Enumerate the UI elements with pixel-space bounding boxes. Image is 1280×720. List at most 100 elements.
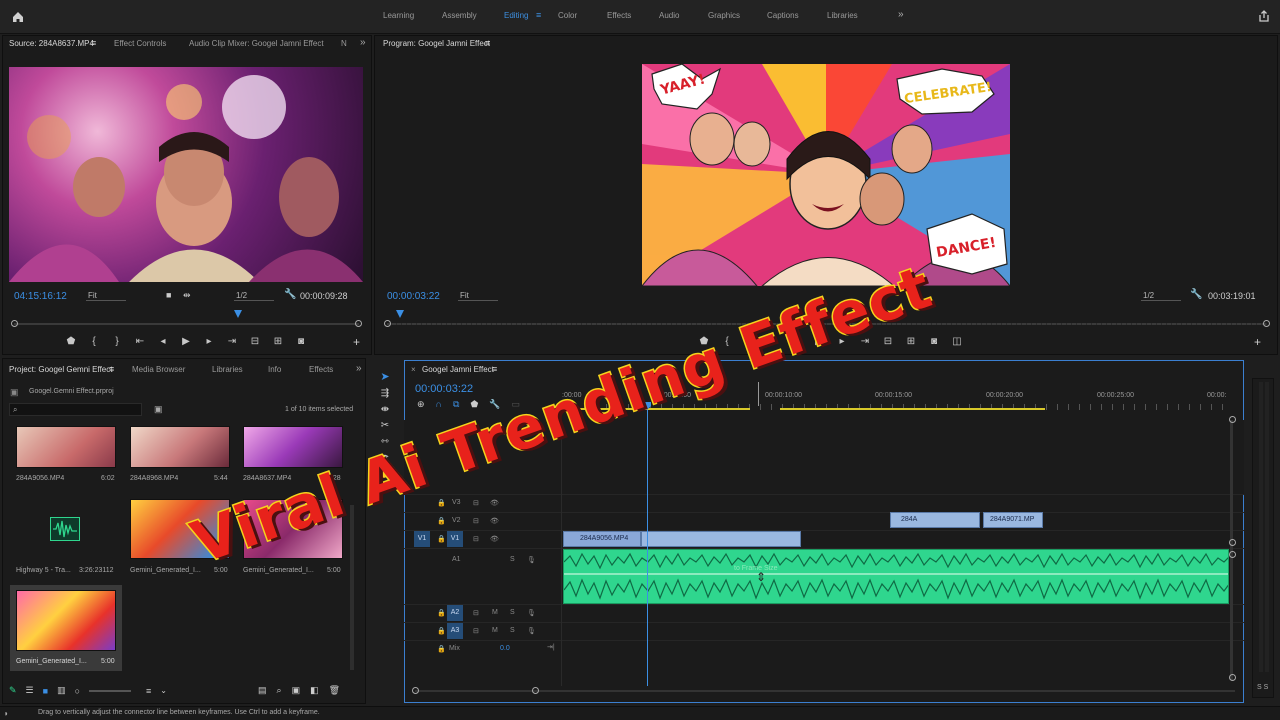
sync-lock-icon[interactable]: ⊟	[473, 517, 479, 525]
wrench-icon[interactable]: 🔧	[1190, 289, 1202, 300]
selection-tool-icon[interactable]: ➤	[380, 370, 389, 383]
mic-icon[interactable]: 🎙	[527, 609, 536, 617]
panel-menu-icon[interactable]: ≡	[91, 38, 96, 48]
video-clip[interactable]: 284A9071.MP	[983, 512, 1043, 528]
program-fit-select[interactable]: Fit	[458, 291, 498, 301]
video-clip[interactable]	[641, 531, 801, 547]
track-label-v1[interactable]: V1	[447, 531, 463, 547]
more-workspaces-icon[interactable]: »	[898, 9, 904, 20]
tab-audio-clip-mixer[interactable]: Audio Clip Mixer: Googel Jamni Effect	[189, 39, 324, 48]
new-bin-icon[interactable]: ▣	[154, 404, 163, 415]
track-label-a1[interactable]: A1	[452, 556, 461, 563]
scroll-handle-bottom[interactable]	[1229, 674, 1236, 681]
tab-overflow[interactable]: N	[341, 39, 347, 48]
panel-menu-icon[interactable]: ≡	[109, 364, 114, 374]
go-to-end-icon[interactable]: ⇥|	[547, 643, 555, 651]
zoom-slider-icon[interactable]: ○	[75, 686, 80, 696]
wrench-icon[interactable]: 🔧	[284, 289, 296, 300]
pencil-icon[interactable]: ✎	[9, 685, 17, 696]
safe-margins-icon[interactable]: ■	[166, 290, 171, 300]
workspace-color[interactable]: Color	[558, 11, 577, 20]
program-zoom-right-handle[interactable]	[1263, 320, 1270, 327]
panel-menu-icon[interactable]: ≡	[492, 364, 497, 374]
source-zoom-left-handle[interactable]	[11, 320, 18, 327]
add-button-icon[interactable]: +	[353, 335, 360, 349]
list-view-icon[interactable]: ☰	[26, 685, 34, 696]
go-to-out-icon[interactable]: ⇥	[225, 336, 239, 347]
more-panels-icon[interactable]: »	[356, 363, 362, 374]
tab-effects[interactable]: Effects	[309, 365, 333, 374]
track-label-a3[interactable]: A3	[447, 623, 463, 639]
program-zoom-left-handle[interactable]	[384, 320, 391, 327]
menu-icon[interactable]: ≡	[536, 10, 541, 20]
lock-icon[interactable]: 🔒	[437, 627, 446, 635]
automate-icon[interactable]: ▤	[258, 685, 267, 696]
tab-media-browser[interactable]: Media Browser	[132, 365, 185, 374]
eye-icon[interactable]: 👁	[490, 535, 499, 543]
close-icon[interactable]: ×	[411, 365, 416, 374]
snap-icon[interactable]: ∩	[436, 399, 442, 410]
step-back-icon[interactable]: ◂	[156, 336, 170, 347]
source-zoom-right-handle[interactable]	[355, 320, 362, 327]
workspace-libraries[interactable]: Libraries	[827, 11, 858, 20]
source-timecode[interactable]: 04:15:16:12	[14, 291, 67, 302]
nest-icon[interactable]: ⊕	[417, 399, 425, 410]
home-icon[interactable]	[11, 10, 25, 24]
more-panels-icon[interactable]: »	[360, 37, 366, 48]
workspace-captions[interactable]: Captions	[767, 11, 799, 20]
hscroll-left-handle[interactable]	[412, 687, 419, 694]
lock-icon[interactable]: 🔒	[437, 645, 446, 653]
razor-icon[interactable]: ✂	[381, 420, 389, 431]
video-clip[interactable]: 284A	[890, 512, 980, 528]
zoom-slider[interactable]	[89, 689, 132, 692]
tab-project[interactable]: Project: Googel Gemni Effect	[9, 365, 112, 374]
track-label-a2[interactable]: A2	[447, 605, 463, 621]
workspace-effects[interactable]: Effects	[607, 11, 631, 20]
audio-clip[interactable]	[563, 549, 1229, 604]
program-resolution-select[interactable]: 1/2	[1141, 291, 1181, 301]
ripple-edit-icon[interactable]: ⇼	[381, 404, 389, 415]
scroll-handle-top[interactable]	[1229, 416, 1236, 423]
workspace-learning[interactable]: Learning	[383, 11, 414, 20]
timeline-vertical-scrollbar[interactable]	[1230, 420, 1233, 680]
panel-menu-icon[interactable]: ≡	[485, 38, 490, 48]
hscroll-right-handle[interactable]	[532, 687, 539, 694]
camera-icon[interactable]: ◙	[294, 336, 308, 347]
mark-in-icon[interactable]: {	[87, 336, 101, 347]
work-area-bar[interactable]	[780, 408, 1045, 410]
tab-effect-controls[interactable]: Effect Controls	[114, 39, 166, 48]
mix-value[interactable]: 0.0	[500, 645, 510, 652]
sync-lock-icon[interactable]: ⊟	[473, 627, 479, 635]
workspace-editing[interactable]: Editing	[504, 11, 528, 20]
trash-icon[interactable]: 🗑	[329, 685, 340, 696]
tab-libraries[interactable]: Libraries	[212, 365, 243, 374]
lock-icon[interactable]: 🔒	[437, 609, 446, 617]
solo-icon[interactable]: S	[510, 627, 515, 634]
insert-clip-icon[interactable]: ⊟	[248, 336, 262, 347]
solo-icon[interactable]: S	[510, 609, 515, 616]
scroll-handle-mid2[interactable]	[1229, 551, 1236, 558]
track-select-icon[interactable]: ⇶	[381, 388, 389, 399]
marker-icon[interactable]: ⬟	[64, 336, 78, 347]
add-button-icon[interactable]: +	[1254, 335, 1261, 349]
source-fit-select[interactable]: Fit	[86, 291, 126, 301]
clip-thumbnail[interactable]	[130, 426, 230, 468]
workspace-assembly[interactable]: Assembly	[442, 11, 477, 20]
icon-view-icon[interactable]: ■	[43, 686, 48, 696]
lock-icon[interactable]: 🔒	[437, 535, 446, 543]
clip-thumbnail[interactable]	[16, 426, 116, 468]
new-item-icon[interactable]: ◧	[310, 685, 319, 696]
sync-lock-icon[interactable]: ⊟	[473, 535, 479, 543]
insert-icon[interactable]: ⇹	[183, 290, 191, 301]
mute-icon[interactable]: M	[492, 627, 498, 634]
program-timecode[interactable]: 00:00:03:22	[387, 291, 440, 302]
source-resolution-select[interactable]: 1/2	[234, 291, 274, 301]
mute-icon[interactable]: M	[492, 609, 498, 616]
go-to-in-icon[interactable]: ⇤	[133, 336, 147, 347]
sync-lock-icon[interactable]: ⊟	[473, 609, 479, 617]
clip-thumbnail[interactable]	[16, 590, 116, 651]
audio-clip-thumbnail[interactable]	[16, 499, 116, 559]
scroll-handle-mid[interactable]	[1229, 539, 1236, 546]
mark-out-icon[interactable]: }	[110, 336, 124, 347]
share-icon[interactable]	[1257, 9, 1271, 23]
